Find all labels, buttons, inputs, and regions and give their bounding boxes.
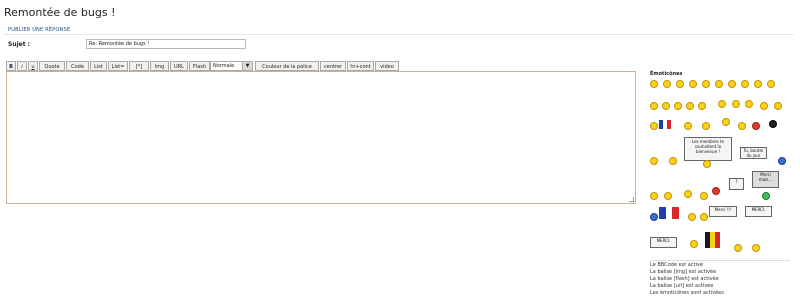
smiley-icon[interactable] <box>774 102 782 110</box>
bbcode-status-line: Les émoticônes sont activées <box>650 290 724 296</box>
bold-button[interactable]: B <box>6 61 16 71</box>
smiley-icon[interactable] <box>663 80 671 88</box>
list-button[interactable]: List <box>90 61 107 71</box>
smiley-icon[interactable] <box>752 244 760 252</box>
page-title: Remontée de bugs ! <box>4 6 116 19</box>
smiley-icon[interactable] <box>741 80 749 88</box>
list-item-button[interactable]: [*] <box>129 61 149 71</box>
smiley-icon[interactable] <box>769 120 777 128</box>
smiley-icon[interactable] <box>664 192 672 200</box>
center-button[interactable]: centrer <box>320 61 346 71</box>
smiley-icon[interactable] <box>700 213 708 221</box>
smiley-icon[interactable] <box>732 100 740 108</box>
angry-smiley-icon[interactable] <box>752 122 760 130</box>
bbcode-status-line: Le BBCode est activé <box>650 262 703 268</box>
bbcode-status-line: La balise [flash] est activée <box>650 276 719 282</box>
underline-button[interactable]: u <box>28 61 38 71</box>
divider <box>4 34 794 35</box>
thanks-sign-icon[interactable]: Merci !!! <box>709 206 737 217</box>
smiley-icon[interactable] <box>760 102 768 110</box>
font-size-value: Normale <box>213 63 235 69</box>
flash-button[interactable]: Flash <box>189 61 210 71</box>
video-button[interactable]: video <box>375 61 399 71</box>
font-size-select[interactable]: Normale ▼ <box>210 61 253 71</box>
message-textarea[interactable] <box>6 71 636 204</box>
footer-rule <box>650 260 790 261</box>
flag-belgium-icon[interactable] <box>705 232 720 248</box>
smiley-icon[interactable] <box>662 102 670 110</box>
top-sign-icon[interactable]: Tu, bouter du jour <box>740 147 767 159</box>
smiley-icon[interactable] <box>688 213 696 221</box>
hr-button[interactable]: hr+cont <box>347 61 374 71</box>
smiley-icon[interactable] <box>689 80 697 88</box>
smiley-icon[interactable] <box>738 122 746 130</box>
smiley-icon[interactable] <box>718 100 726 108</box>
smiley-icon[interactable] <box>650 213 658 221</box>
quote-button[interactable]: Quote <box>39 61 65 71</box>
font-color-button[interactable]: Couleur de la police <box>255 61 319 71</box>
smiley-icon[interactable] <box>762 192 770 200</box>
smiley-icon[interactable] <box>734 244 742 252</box>
smiley-icon[interactable] <box>702 80 710 88</box>
smiley-icon[interactable] <box>686 102 694 110</box>
thanks-sign-icon[interactable]: MERCI. <box>650 237 677 248</box>
smiley-icon[interactable] <box>650 102 658 110</box>
bbcode-status: Le BBCode est activé La balise [img] est… <box>650 262 792 297</box>
chevron-down-icon: ▼ <box>242 62 252 70</box>
bbcode-status-line: La balise [img] est activée <box>650 269 717 275</box>
subject-input[interactable] <box>86 39 246 49</box>
italic-button[interactable]: i <box>17 61 27 71</box>
smiley-icon[interactable] <box>676 80 684 88</box>
smiley-icon[interactable] <box>722 118 730 126</box>
resize-grip-icon <box>629 197 634 202</box>
flag-france-icon[interactable] <box>659 120 671 129</box>
smiley-icon[interactable] <box>778 157 786 165</box>
smiley-icon[interactable] <box>745 100 753 108</box>
list-ordered-button[interactable]: List= <box>108 61 128 71</box>
smiley-icon[interactable] <box>684 190 692 198</box>
smiley-icon[interactable] <box>674 102 682 110</box>
smiley-icon[interactable] <box>754 80 762 88</box>
smiley-icon[interactable] <box>728 80 736 88</box>
smiley-icon[interactable] <box>715 80 723 88</box>
subject-label: Sujet : <box>8 41 31 48</box>
url-button[interactable]: URL <box>170 61 188 71</box>
flag-france-icon[interactable] <box>659 207 680 219</box>
img-button[interactable]: Img <box>150 61 169 71</box>
bbcode-status-line: La balise [url] est activée <box>650 283 714 289</box>
smiley-icon[interactable] <box>650 122 658 130</box>
sign-icon[interactable]: ? <box>729 178 744 190</box>
smiley-icon[interactable] <box>690 240 698 248</box>
smiley-icon[interactable] <box>702 122 710 130</box>
smiley-icon[interactable] <box>650 157 658 165</box>
emoticons-title: Émoticônes <box>650 71 683 77</box>
thanks-sign-icon[interactable]: MERCI. <box>745 206 772 217</box>
smiley-icon[interactable] <box>650 80 658 88</box>
thanks-sign-icon[interactable]: Merci mais... <box>752 171 779 188</box>
smiley-icon[interactable] <box>767 80 775 88</box>
code-button[interactable]: Code <box>66 61 89 71</box>
smiley-icon[interactable] <box>703 160 711 168</box>
smiley-icon[interactable] <box>698 102 706 110</box>
smiley-icon[interactable] <box>700 192 708 200</box>
smiley-icon[interactable] <box>684 122 692 130</box>
smiley-icon[interactable] <box>669 157 677 165</box>
smiley-icon[interactable] <box>712 187 720 195</box>
section-title: PUBLIER UNE RÉPONSE <box>8 27 71 33</box>
welcome-sign-icon[interactable]: Les membres te souhaitent la bienvenue ! <box>684 137 732 161</box>
smiley-icon[interactable] <box>650 192 658 200</box>
